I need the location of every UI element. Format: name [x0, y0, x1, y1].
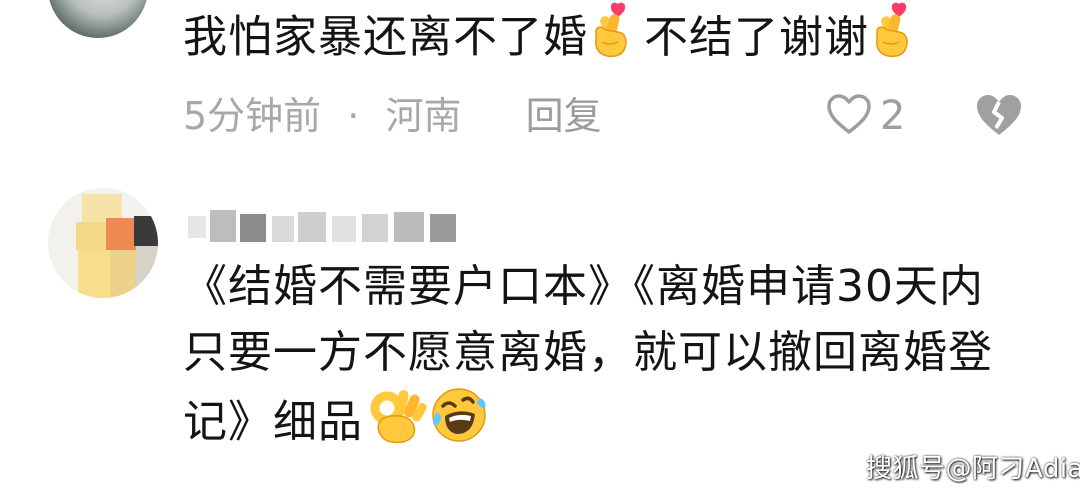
watermark: 搜狐号@阿刁Adiao: [866, 454, 1080, 484]
comment-text-part: 我怕家暴还离不了婚: [183, 11, 588, 63]
avatar[interactable]: [48, 188, 158, 298]
dislike-button[interactable]: [974, 92, 1024, 142]
avatar[interactable]: [48, 0, 148, 38]
broken-heart-icon: [974, 95, 1024, 142]
location: 河南: [385, 94, 462, 138]
comment-meta: 5分钟前 · 河南 回复: [183, 88, 602, 144]
like-count: 2: [880, 93, 906, 139]
comment-text-main: 《结婚不需要户口本》《离婚申请30天内只要一方不愿意离婚，就可以撤回离婚登记》细…: [183, 261, 993, 448]
timestamp: 5分钟前: [183, 94, 322, 138]
meta-separator: ·: [347, 94, 360, 138]
ok-hand-emoji: [367, 386, 427, 463]
username-blurred: [186, 206, 476, 246]
rolling-laughing-emoji: [429, 386, 489, 463]
crossed-fingers-heart-emoji: [869, 2, 915, 77]
reply-button[interactable]: 回复: [526, 88, 602, 144]
crossed-fingers-heart-emoji: [588, 2, 634, 77]
comment-text-part: 不结了谢谢: [644, 11, 869, 63]
comment-text: 《结婚不需要户口本》《离婚申请30天内只要一方不愿意离婚，就可以撤回离婚登记》细…: [183, 254, 1023, 463]
comment-text: 我怕家暴还离不了婚 不结了谢谢: [183, 2, 1043, 77]
like-button[interactable]: 2: [826, 90, 905, 142]
heart-icon: [826, 93, 872, 139]
